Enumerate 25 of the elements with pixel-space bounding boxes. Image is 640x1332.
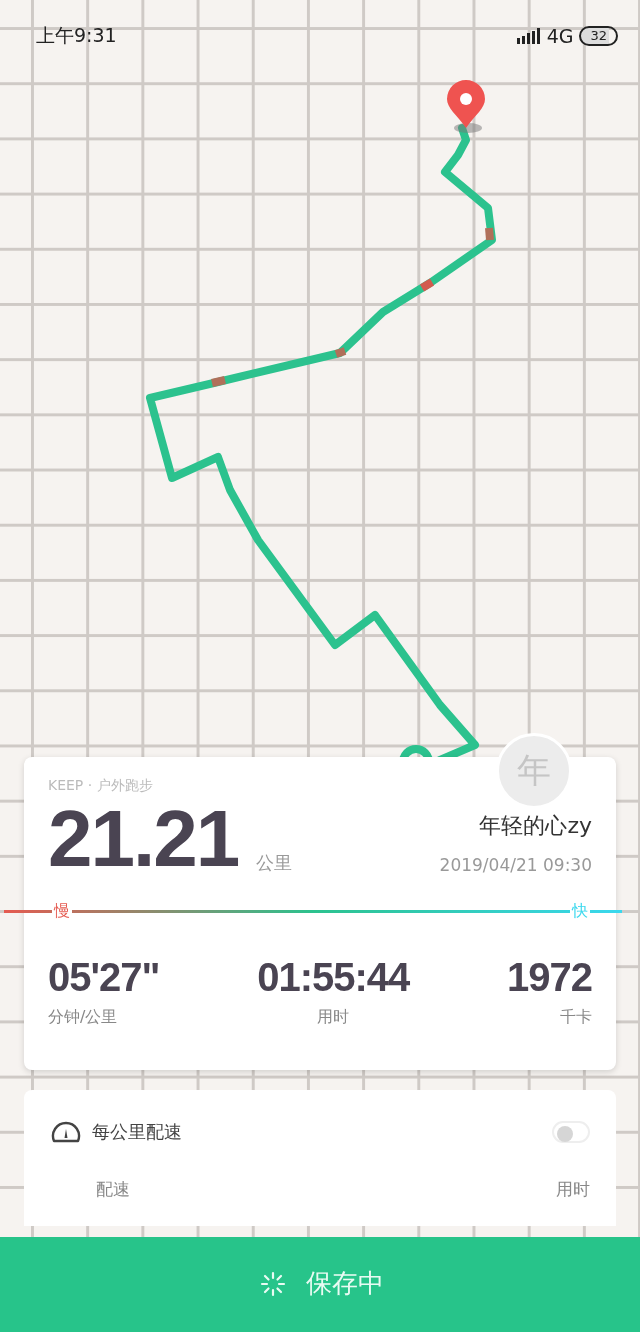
activity-source: KEEP · 户外跑步 xyxy=(48,777,154,795)
map-pin-icon xyxy=(447,80,485,133)
stat-label: 分钟/公里 xyxy=(48,1007,119,1028)
stat-value: 01:55:44 xyxy=(257,955,410,999)
clock-time: 上午9:31 xyxy=(36,23,118,48)
stat-label: 千卡 xyxy=(560,1007,592,1028)
distance-unit: 公里 xyxy=(256,851,293,875)
stat-value: 1972 xyxy=(507,955,592,999)
panel-title: 每公里配速 xyxy=(92,1120,183,1144)
spinner-icon xyxy=(260,1270,286,1297)
gauge-icon xyxy=(50,1120,82,1144)
save-button[interactable]: 保存中 xyxy=(0,1237,640,1332)
toggle-switch[interactable] xyxy=(552,1121,590,1143)
battery-level: 32 xyxy=(579,26,618,46)
stat-label: 用时 xyxy=(317,1007,350,1028)
user-name: 年轻的心zy xyxy=(479,812,592,840)
column-header: 配速 xyxy=(96,1178,130,1201)
network-type: 4G xyxy=(546,25,574,47)
distance-value: 21.21 xyxy=(48,797,239,881)
stat-value: 05'27" xyxy=(48,955,160,999)
date-time: 2019/04/21 09:30 xyxy=(439,855,592,875)
fast-label: 快 xyxy=(570,900,590,922)
slow-label: 慢 xyxy=(52,900,72,922)
column-header: 用时 xyxy=(556,1178,590,1201)
signal-icon xyxy=(516,28,541,44)
